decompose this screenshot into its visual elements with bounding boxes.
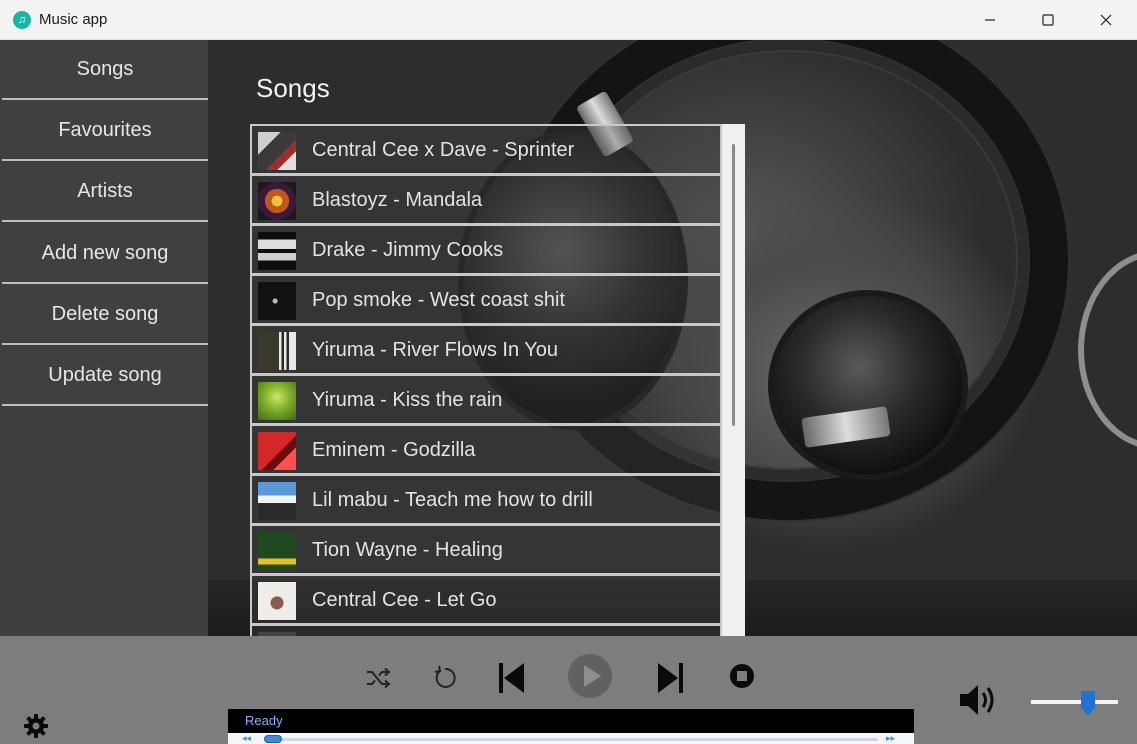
sidebar-item-artists[interactable]: Artists: [2, 162, 208, 222]
album-art-thumbnail: [258, 432, 296, 470]
music-note-icon: ♫: [13, 11, 31, 29]
sidebar-item-delete-song[interactable]: Delete song: [2, 285, 208, 345]
gear-icon: [24, 714, 48, 738]
shuffle-button[interactable]: [360, 660, 396, 696]
page-title: Songs: [256, 73, 330, 103]
stop-button[interactable]: [726, 660, 758, 692]
main-panel: Songs Central Cee x Dave - Sprinter Blas…: [208, 40, 1137, 636]
sidebar-item-label: Delete song: [51, 302, 159, 325]
previous-button[interactable]: [492, 658, 530, 698]
album-art-thumbnail: [258, 332, 296, 370]
song-title: Central Cee x Dave - Sprinter: [312, 139, 575, 161]
song-row[interactable]: Yiruma - River Flows In You: [250, 324, 722, 374]
seek-track: [264, 738, 878, 741]
volume-button[interactable]: [954, 680, 1002, 720]
song-row[interactable]: Drake - Jimmy Cooks: [250, 224, 722, 274]
album-art-thumbnail: [258, 382, 296, 420]
minimize-button[interactable]: [961, 0, 1019, 40]
skip-previous-icon: [499, 663, 524, 693]
song-title: Tion Wayne - Healing: [312, 539, 503, 561]
album-art-thumbnail: [258, 132, 296, 170]
song-row[interactable]: Blastoyz - Mandala: [250, 174, 722, 224]
sidebar-item-label: Add new song: [41, 241, 169, 264]
song-row[interactable]: [250, 624, 722, 636]
play-icon: [568, 654, 612, 698]
shuffle-icon: [367, 667, 391, 689]
sidebar-item-label: Artists: [77, 179, 133, 202]
album-art-thumbnail: [258, 532, 296, 570]
seek-bar[interactable]: ◂◂ ▸▸: [228, 733, 914, 744]
song-title: Yiruma - Kiss the rain: [312, 389, 503, 411]
volume-slider-track[interactable]: [1031, 700, 1118, 704]
song-row[interactable]: Tion Wayne - Healing: [250, 524, 722, 574]
album-art-thumbnail: [258, 232, 296, 270]
fast-forward-icon[interactable]: ▸▸: [886, 733, 895, 744]
song-list: Central Cee x Dave - Sprinter Blastoyz -…: [250, 124, 722, 636]
album-art-thumbnail: [258, 482, 296, 520]
song-title: Yiruma - River Flows In You: [312, 339, 559, 361]
sidebar-item-update-song[interactable]: Update song: [2, 346, 208, 406]
sidebar-item-label: Songs: [76, 57, 134, 80]
album-art-thumbnail: [258, 182, 296, 220]
album-art-thumbnail: [258, 282, 296, 320]
song-title: Blastoyz - Mandala: [312, 189, 483, 211]
song-row[interactable]: Eminem - Godzilla: [250, 424, 722, 474]
next-button[interactable]: [652, 658, 690, 698]
repeat-button[interactable]: [427, 660, 463, 696]
scrollbar-thumb[interactable]: [732, 144, 735, 426]
sidebar-item-favourites[interactable]: Favourites: [2, 101, 208, 161]
song-title: Pop smoke - West coast shit: [312, 289, 566, 311]
seek-thumb[interactable]: [264, 735, 282, 743]
player-bar: Ready ◂◂ ▸▸: [0, 636, 1137, 744]
title-bar: ♫ Music app: [0, 0, 1137, 40]
status-and-seek-panel: Ready ◂◂ ▸▸: [228, 709, 914, 744]
maximize-button[interactable]: [1019, 0, 1077, 40]
minimize-icon: [985, 19, 995, 21]
song-row[interactable]: Central Cee x Dave - Sprinter: [250, 124, 722, 174]
song-list-scrollbar[interactable]: [722, 124, 745, 636]
status-text: Ready: [245, 713, 283, 728]
settings-button[interactable]: [20, 710, 52, 742]
sidebar-item-label: Favourites: [58, 118, 152, 141]
window-title: Music app: [39, 11, 108, 28]
close-button[interactable]: [1077, 0, 1135, 40]
maximize-icon: [1042, 14, 1054, 26]
skip-next-icon: [658, 663, 683, 693]
album-art-thumbnail: [258, 582, 296, 620]
volume-slider-thumb[interactable]: [1081, 691, 1095, 715]
sidebar: Songs Favourites Artists Add new song De…: [0, 40, 208, 636]
song-row[interactable]: Pop smoke - West coast shit: [250, 274, 722, 324]
sidebar-item-songs[interactable]: Songs: [2, 40, 208, 100]
play-button[interactable]: [566, 652, 614, 700]
song-title: Lil mabu - Teach me how to drill: [312, 489, 593, 511]
close-icon: [1100, 14, 1112, 26]
song-row[interactable]: Lil mabu - Teach me how to drill: [250, 474, 722, 524]
song-row[interactable]: Central Cee - Let Go: [250, 574, 722, 624]
song-title: Drake - Jimmy Cooks: [312, 239, 504, 261]
sidebar-item-add-new-song[interactable]: Add new song: [2, 224, 208, 284]
song-title: Eminem - Godzilla: [312, 439, 476, 461]
song-row[interactable]: Yiruma - Kiss the rain: [250, 374, 722, 424]
rewind-icon[interactable]: ◂◂: [242, 733, 251, 744]
volume-icon: [960, 685, 994, 715]
stop-icon: [730, 664, 754, 688]
song-title: Central Cee - Let Go: [312, 589, 497, 611]
repeat-icon: [434, 665, 456, 688]
sidebar-item-label: Update song: [48, 363, 162, 386]
